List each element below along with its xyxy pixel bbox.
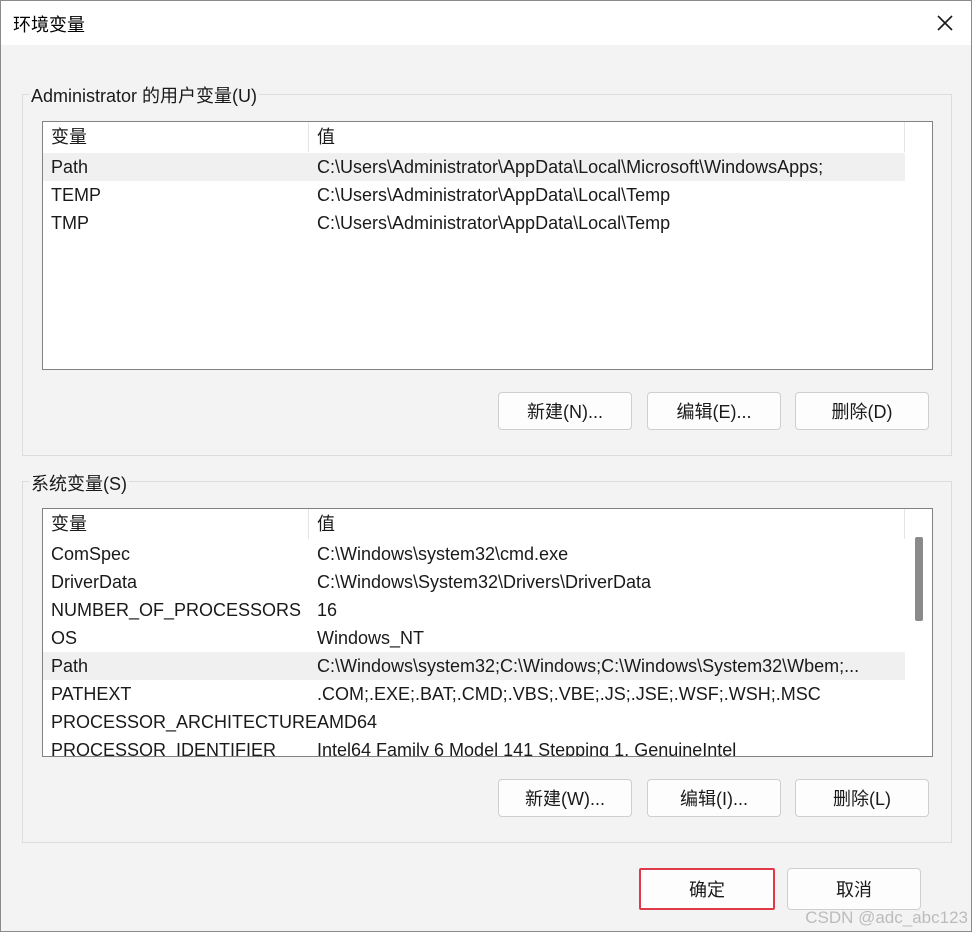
user-variables-list[interactable]: 变量 值 Path C:\Users\Administrator\AppData\… — [42, 121, 933, 370]
column-header-variable[interactable]: 变量 — [43, 509, 309, 539]
table-row[interactable]: ComSpec C:\Windows\system32\cmd.exe — [43, 540, 905, 568]
variable-value: C:\Users\Administrator\AppData\Local\Mic… — [317, 157, 824, 177]
variable-value: Intel64 Family 6 Model 141 Stepping 1, G… — [317, 740, 737, 757]
system-variables-header: 变量 值 — [43, 509, 905, 539]
environment-variables-dialog: 环境变量 Administrator 的用户变量(U) 变量 值 Path C:\… — [0, 0, 972, 932]
table-row[interactable]: TEMP C:\Users\Administrator\AppData\Local… — [43, 181, 905, 209]
variable-value: .COM;.EXE;.BAT;.CMD;.VBS;.VBE;.JS;.JSE;.… — [317, 684, 821, 704]
dialog-title: 环境变量 — [13, 15, 85, 35]
system-edit-button[interactable]: 编辑(I)... — [647, 779, 781, 817]
variable-name: Path — [51, 157, 89, 177]
system-variables-label: 系统变量(S) — [29, 470, 129, 496]
table-row[interactable]: OS Windows_NT — [43, 624, 905, 652]
table-row[interactable]: PROCESSOR_IDENTIFIER Intel64 Family 6 Mod… — [43, 736, 905, 757]
variable-value: AMD64 — [317, 712, 378, 732]
column-header-variable[interactable]: 变量 — [43, 122, 309, 152]
variable-value: C:\Windows\system32\cmd.exe — [317, 544, 569, 564]
variable-value: C:\Users\Administrator\AppData\Local\Tem… — [317, 185, 671, 205]
cancel-button[interactable]: 取消 — [787, 868, 921, 910]
system-delete-button[interactable]: 删除(L) — [795, 779, 929, 817]
system-new-button[interactable]: 新建(W)... — [498, 779, 632, 817]
user-edit-button[interactable]: 编辑(E)... — [647, 392, 781, 430]
scrollbar-thumb[interactable] — [915, 537, 923, 621]
variable-name: DriverData — [51, 572, 138, 592]
close-button[interactable] — [919, 1, 971, 45]
variable-name: PROCESSOR_ARCHITECTURE — [51, 712, 318, 732]
table-row[interactable]: DriverData C:\Windows\System32\Drivers\Dr… — [43, 568, 905, 596]
close-icon — [937, 15, 953, 31]
user-variables-header: 变量 值 — [43, 122, 905, 152]
variable-name: TMP — [51, 213, 89, 233]
table-row[interactable]: Path C:\Users\Administrator\AppData\Local… — [43, 153, 905, 181]
variable-name: OS — [51, 628, 78, 648]
watermark: CSDN @adc_abc123 — [805, 908, 968, 927]
table-row[interactable]: PATHEXT .COM;.EXE;.BAT;.CMD;.VBS;.VBE;.JS… — [43, 680, 905, 708]
title-bar: 环境变量 — [1, 1, 971, 45]
variable-name: NUMBER_OF_PROCESSORS — [51, 600, 302, 620]
user-delete-button[interactable]: 删除(D) — [795, 392, 929, 430]
table-row[interactable]: NUMBER_OF_PROCESSORS 16 — [43, 596, 905, 624]
table-row[interactable]: Path C:\Windows\system32;C:\Windows;C:\Wi… — [43, 652, 905, 680]
variable-value: Windows_NT — [317, 628, 425, 648]
variable-value: C:\Windows\System32\Drivers\DriverData — [317, 572, 652, 592]
system-variables-list[interactable]: 变量 值 ComSpec C:\Windows\system32\cmd.exe D… — [42, 508, 933, 757]
variable-value: C:\Users\Administrator\AppData\Local\Tem… — [317, 213, 671, 233]
variable-name: ComSpec — [51, 544, 131, 564]
table-row[interactable]: PROCESSOR_ARCHITECTURE AMD64 — [43, 708, 905, 736]
variable-name: PROCESSOR_IDENTIFIER — [51, 740, 277, 757]
variable-value: C:\Windows\system32;C:\Windows;C:\Window… — [317, 656, 860, 676]
column-header-value[interactable]: 值 — [309, 122, 905, 152]
column-header-value[interactable]: 值 — [309, 509, 905, 539]
ok-button[interactable]: 确定 — [639, 868, 775, 910]
variable-name: TEMP — [51, 185, 102, 205]
variable-value: 16 — [317, 600, 338, 620]
table-row[interactable]: TMP C:\Users\Administrator\AppData\Local\… — [43, 209, 905, 237]
variable-name: PATHEXT — [51, 684, 132, 704]
system-variables-scrollbar[interactable] — [906, 509, 932, 756]
user-new-button[interactable]: 新建(N)... — [498, 392, 632, 430]
variable-name: Path — [51, 656, 89, 676]
user-variables-label: Administrator 的用户变量(U) — [29, 82, 260, 108]
